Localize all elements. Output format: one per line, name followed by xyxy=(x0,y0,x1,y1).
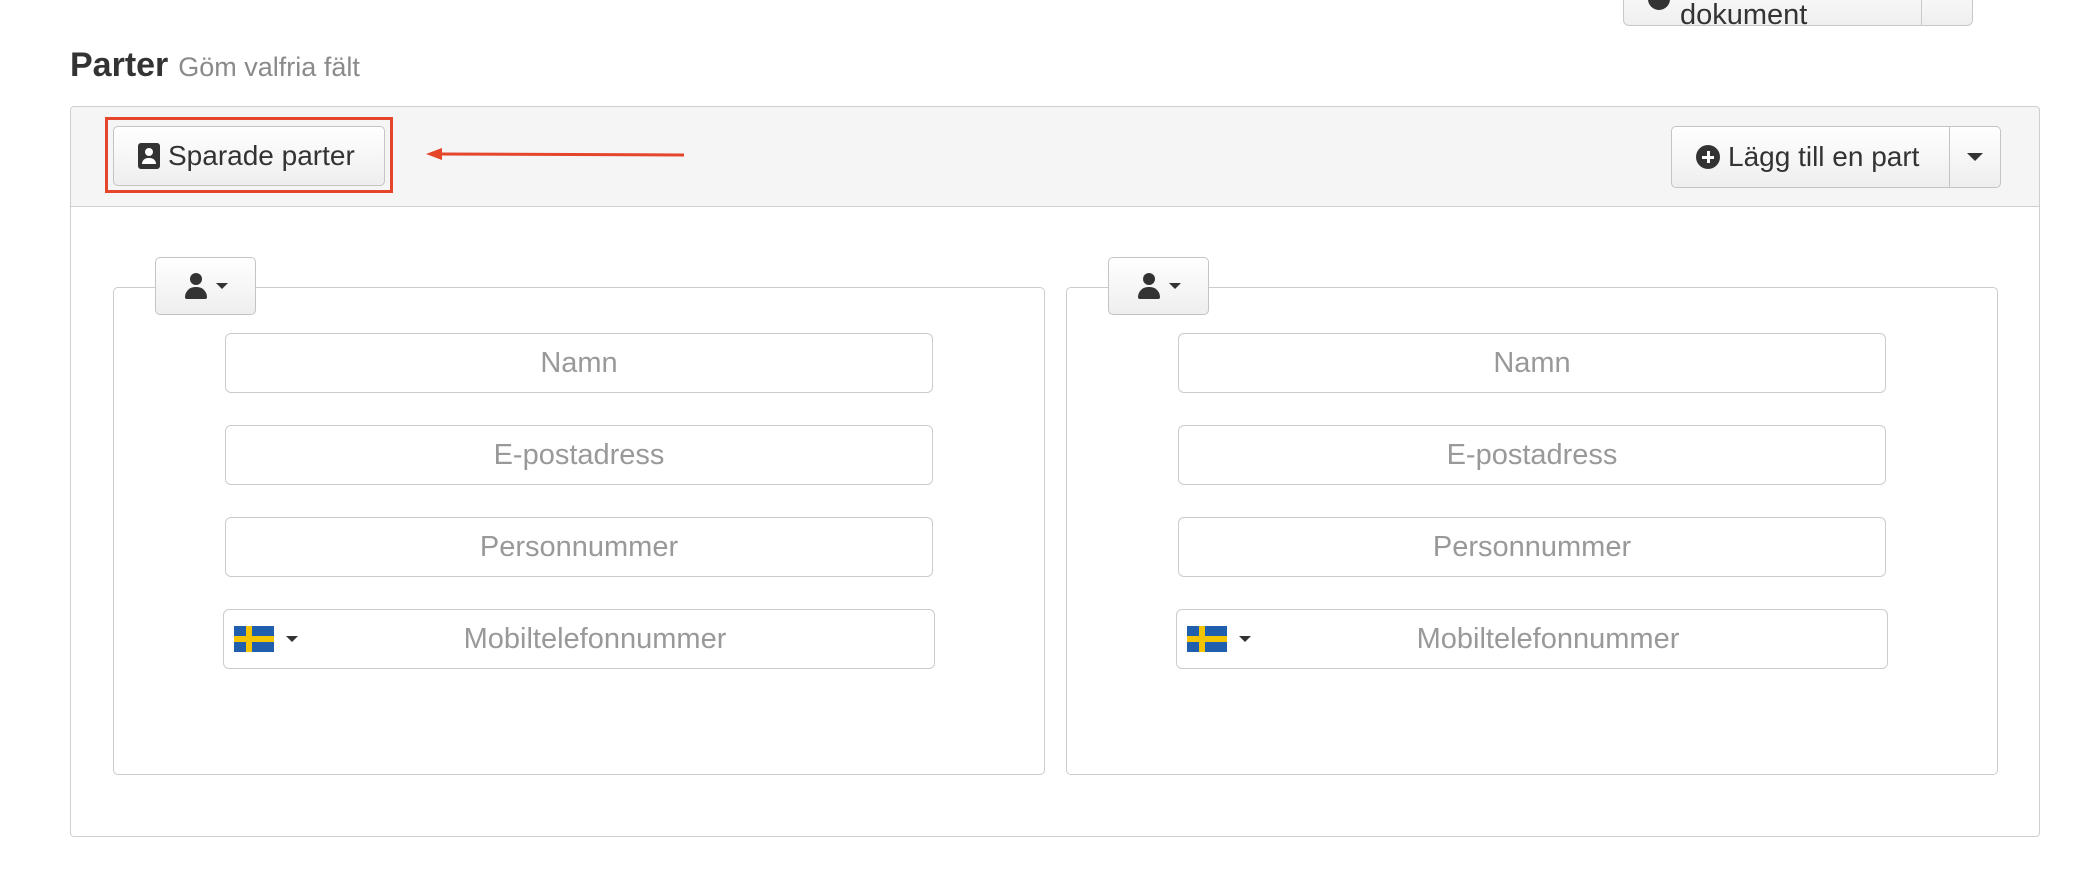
address-book-icon xyxy=(138,143,160,169)
parties-panel: Sparade parter Lägg till en part xyxy=(70,106,2040,837)
mobile-phone-input[interactable] xyxy=(314,609,934,669)
caret-down-icon xyxy=(1967,153,1983,161)
saved-parties-label: Sparade parter xyxy=(168,140,355,171)
party-type-dropdown-button[interactable] xyxy=(1108,257,1209,315)
add-more-documents-label: Lägg till fler dokument xyxy=(1680,0,1808,26)
person-icon xyxy=(1137,273,1161,299)
saved-parties-button[interactable]: Sparade parter xyxy=(113,126,385,186)
caret-down-icon xyxy=(1168,283,1181,289)
party-card xyxy=(113,257,1045,775)
personal-number-input[interactable] xyxy=(225,517,933,577)
section-title: Parter xyxy=(70,46,169,84)
person-icon xyxy=(184,273,208,299)
caret-down-icon xyxy=(286,636,298,642)
party-type-dropdown-button[interactable] xyxy=(155,257,256,315)
caret-down-icon xyxy=(215,283,228,289)
add-more-documents-button-group: Lägg till fler dokument xyxy=(1623,0,1973,26)
plus-circle-icon xyxy=(1696,145,1720,169)
name-input[interactable] xyxy=(225,333,933,393)
sweden-flag-icon xyxy=(234,626,274,652)
email-input[interactable] xyxy=(1178,425,1886,485)
add-party-dropdown-toggle[interactable] xyxy=(1950,127,2000,187)
add-party-button-group: Lägg till en part xyxy=(1671,126,2001,188)
personal-number-input[interactable] xyxy=(1178,517,1886,577)
hide-optional-fields-link[interactable]: Göm valfria fält xyxy=(178,52,360,83)
plus-circle-icon xyxy=(1648,0,1670,10)
party-card xyxy=(1066,257,1998,775)
add-party-button[interactable]: Lägg till en part xyxy=(1672,127,1950,187)
mobile-phone-input[interactable] xyxy=(1267,609,1887,669)
name-input[interactable] xyxy=(1178,333,1886,393)
parties-toolbar: Sparade parter Lägg till en part xyxy=(71,107,2039,207)
add-more-documents-button[interactable]: Lägg till fler dokument xyxy=(1624,0,1922,25)
page: Lägg till fler dokument Parter Göm valfr… xyxy=(0,0,2092,890)
country-code-select[interactable] xyxy=(1177,610,1267,668)
annotation-arrow xyxy=(426,148,685,160)
caret-down-icon xyxy=(1239,636,1251,642)
add-more-documents-dropdown-toggle[interactable] xyxy=(1922,0,1972,25)
phone-field xyxy=(223,609,935,669)
section-heading: Parter Göm valfria fält xyxy=(70,46,360,85)
email-input[interactable] xyxy=(225,425,933,485)
sweden-flag-icon xyxy=(1187,626,1227,652)
country-code-select[interactable] xyxy=(224,610,314,668)
add-party-label: Lägg till en part xyxy=(1728,141,1920,172)
phone-field xyxy=(1176,609,1888,669)
